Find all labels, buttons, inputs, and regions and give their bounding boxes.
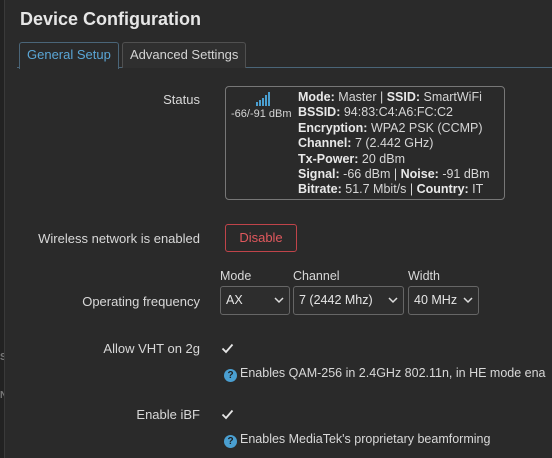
vht-help-text: ? Enables QAM-256 in 2.4GHz 802.11n, in H… [224,366,546,382]
enable-ibf-checkbox[interactable] [221,408,234,421]
help-circle-icon: ? [224,435,237,448]
width-heading: Width [408,269,440,283]
ibf-help-description: Enables MediaTek's proprietary beamformi… [240,432,491,446]
dialog-title: Device Configuration [20,9,202,29]
ibf-help-text: ? Enables MediaTek's proprietary beamform… [224,432,490,448]
status-details: Mode: Master | SSID: SmartWiFi BSSID: 94… [298,90,490,197]
width-select[interactable]: 40 MHz [408,286,479,315]
chevron-down-icon [463,297,473,304]
signal-noise-text: -66/-91 dBm [231,108,292,120]
check-icon [221,409,234,420]
wireless-enabled-label: Wireless network is enabled [38,231,200,246]
disable-button[interactable]: Disable [225,224,297,252]
tab-advanced-settings[interactable]: Advanced Settings [122,42,247,68]
check-icon [221,343,234,354]
mode-heading: Mode [220,269,252,283]
vht-help-description: Enables QAM-256 in 2.4GHz 802.11n, in HE… [240,366,546,380]
channel-heading: Channel [293,269,340,283]
width-select-value: 40 MHz [414,293,458,307]
status-label: Status [163,92,200,107]
mode-select-value: AX [226,293,243,307]
signal-strength-icon [256,92,270,106]
allow-vht-label: Allow VHT on 2g [103,341,200,356]
channel-select[interactable]: 7 (2442 Mhz) [293,286,404,315]
tab-bar: General Setup Advanced Settings [17,42,552,69]
channel-select-value: 7 (2442 Mhz) [299,293,373,307]
status-panel: -66/-91 dBm Mode: Master | SSID: SmartWi… [225,86,505,200]
mode-select[interactable]: AX [220,286,290,315]
help-circle-icon: ? [224,369,237,382]
tab-general-setup[interactable]: General Setup [19,42,119,69]
operating-frequency-label: Operating frequency [82,294,200,309]
chevron-down-icon [388,297,398,304]
allow-vht-checkbox[interactable] [221,342,234,355]
enable-ibf-label: Enable iBF [136,407,200,422]
chevron-down-icon [274,297,284,304]
device-config-dialog: Device Configuration General Setup Advan… [4,0,552,458]
